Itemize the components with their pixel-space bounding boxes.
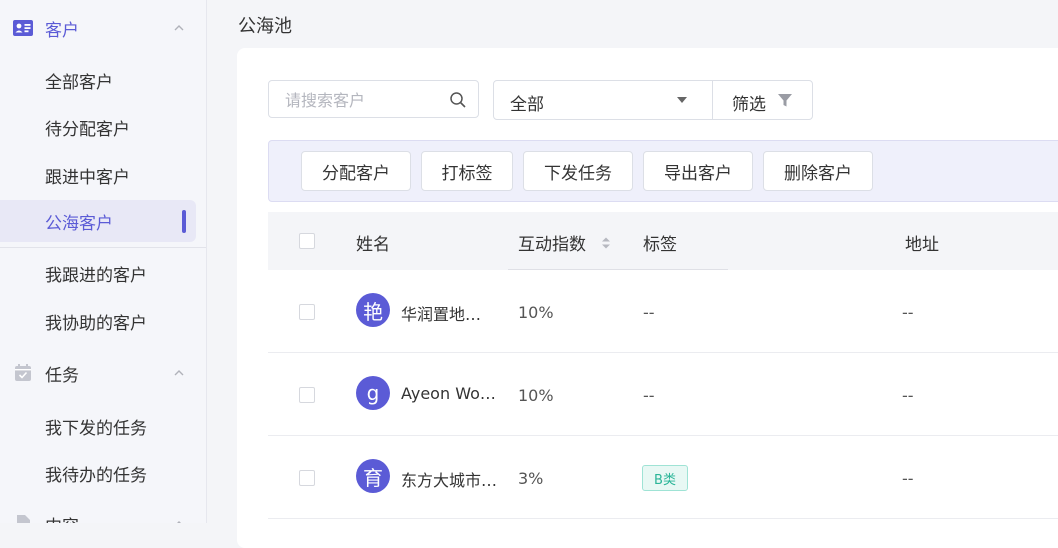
- row-divider: [268, 352, 1058, 353]
- address-value: --: [902, 469, 914, 488]
- sort-icon[interactable]: [600, 235, 612, 251]
- nav-group-customers[interactable]: 客户: [0, 8, 206, 48]
- customer-name[interactable]: 华润置地（广州）…: [401, 301, 497, 325]
- chevron-up-icon[interactable]: [172, 517, 186, 523]
- sidebar-item-following-customers[interactable]: 跟进中客户: [0, 154, 196, 196]
- row-divider: [268, 518, 1058, 519]
- search-input[interactable]: [270, 82, 457, 118]
- avatar: 育: [356, 459, 390, 493]
- sidebar: 客户 全部客户 待分配客户 跟进中客户 公海客户 我跟进的客户 我协助的客户 任…: [0, 0, 207, 523]
- page-title: 公海池: [238, 16, 292, 37]
- customer-name[interactable]: 东方大城市…: [401, 467, 497, 491]
- sidebar-item-public-pool[interactable]: 公海客户: [0, 200, 196, 242]
- row-checkbox[interactable]: [299, 470, 315, 486]
- search-icon[interactable]: [449, 91, 467, 109]
- header-divider: [508, 269, 728, 270]
- address-value: --: [902, 303, 914, 322]
- contact-card-icon: [13, 20, 33, 36]
- sidebar-item-label: 待分配客户: [45, 119, 130, 140]
- search-box: [268, 80, 479, 118]
- tag-chip: B类: [642, 465, 688, 491]
- nav-group-title: 客户: [45, 20, 79, 41]
- sidebar-item-my-followed[interactable]: 我跟进的客户: [0, 252, 196, 294]
- row-checkbox[interactable]: [299, 387, 315, 403]
- sidebar-item-my-issued-tasks[interactable]: 我下发的任务: [0, 405, 196, 447]
- row-divider: [268, 435, 1058, 436]
- column-header-address: 地址: [905, 235, 939, 255]
- customer-name[interactable]: Ayeon Wong: [401, 384, 497, 403]
- sidebar-item-my-todo-tasks[interactable]: 我待办的任务: [0, 452, 196, 494]
- interaction-index: 10%: [518, 386, 554, 405]
- tag-value: --: [643, 386, 655, 405]
- select-all-checkbox[interactable]: [299, 233, 315, 249]
- document-icon: [17, 515, 30, 523]
- sidebar-item-label: 跟进中客户: [45, 167, 130, 188]
- sidebar-item-my-assisted[interactable]: 我协助的客户: [0, 300, 196, 342]
- assign-customer-button[interactable]: 分配客户: [301, 151, 411, 191]
- column-header-interaction[interactable]: 互动指数: [518, 230, 586, 255]
- nav-group-content[interactable]: 内容: [0, 504, 206, 523]
- sidebar-item-unassigned-customers[interactable]: 待分配客户: [0, 106, 196, 148]
- interaction-index: 10%: [518, 303, 554, 322]
- sidebar-item-label: 我跟进的客户: [45, 265, 147, 286]
- delete-customer-button[interactable]: 删除客户: [763, 151, 873, 191]
- column-header-tags: 标签: [643, 235, 677, 255]
- address-value: --: [902, 386, 914, 405]
- caret-down-icon: [677, 97, 687, 103]
- sidebar-item-all-customers[interactable]: 全部客户: [0, 59, 196, 101]
- sidebar-item-label: 我协助的客户: [45, 313, 147, 334]
- tag-value: --: [643, 303, 655, 322]
- calendar-check-icon: [15, 364, 31, 381]
- row-checkbox[interactable]: [299, 304, 315, 320]
- nav-group-title: 内容: [45, 512, 79, 524]
- avatar: g: [356, 376, 390, 410]
- interaction-index: 3%: [518, 469, 544, 488]
- sidebar-item-label: 全部客户: [45, 72, 113, 93]
- avatar: 艳: [356, 293, 390, 327]
- filter-button[interactable]: 筛选: [712, 80, 813, 120]
- export-customer-button[interactable]: 导出客户: [643, 151, 753, 191]
- nav-group-title: 任务: [45, 365, 79, 386]
- sidebar-item-label: 我下发的任务: [45, 418, 147, 439]
- scope-select[interactable]: 全部: [493, 80, 713, 120]
- nav-group-tasks[interactable]: 任务: [0, 353, 206, 393]
- sidebar-item-label: 公海客户: [45, 213, 113, 234]
- issue-task-button[interactable]: 下发任务: [523, 151, 633, 191]
- scope-select-value: 全部: [510, 95, 544, 115]
- sidebar-divider: [0, 247, 206, 248]
- filter-icon: [778, 94, 792, 107]
- chevron-up-icon[interactable]: [172, 21, 186, 35]
- sidebar-item-label: 我待办的任务: [45, 465, 147, 486]
- chevron-up-icon[interactable]: [172, 366, 186, 380]
- filter-button-label: 筛选: [732, 95, 766, 115]
- column-header-name: 姓名: [356, 235, 390, 255]
- add-tag-button[interactable]: 打标签: [421, 151, 513, 191]
